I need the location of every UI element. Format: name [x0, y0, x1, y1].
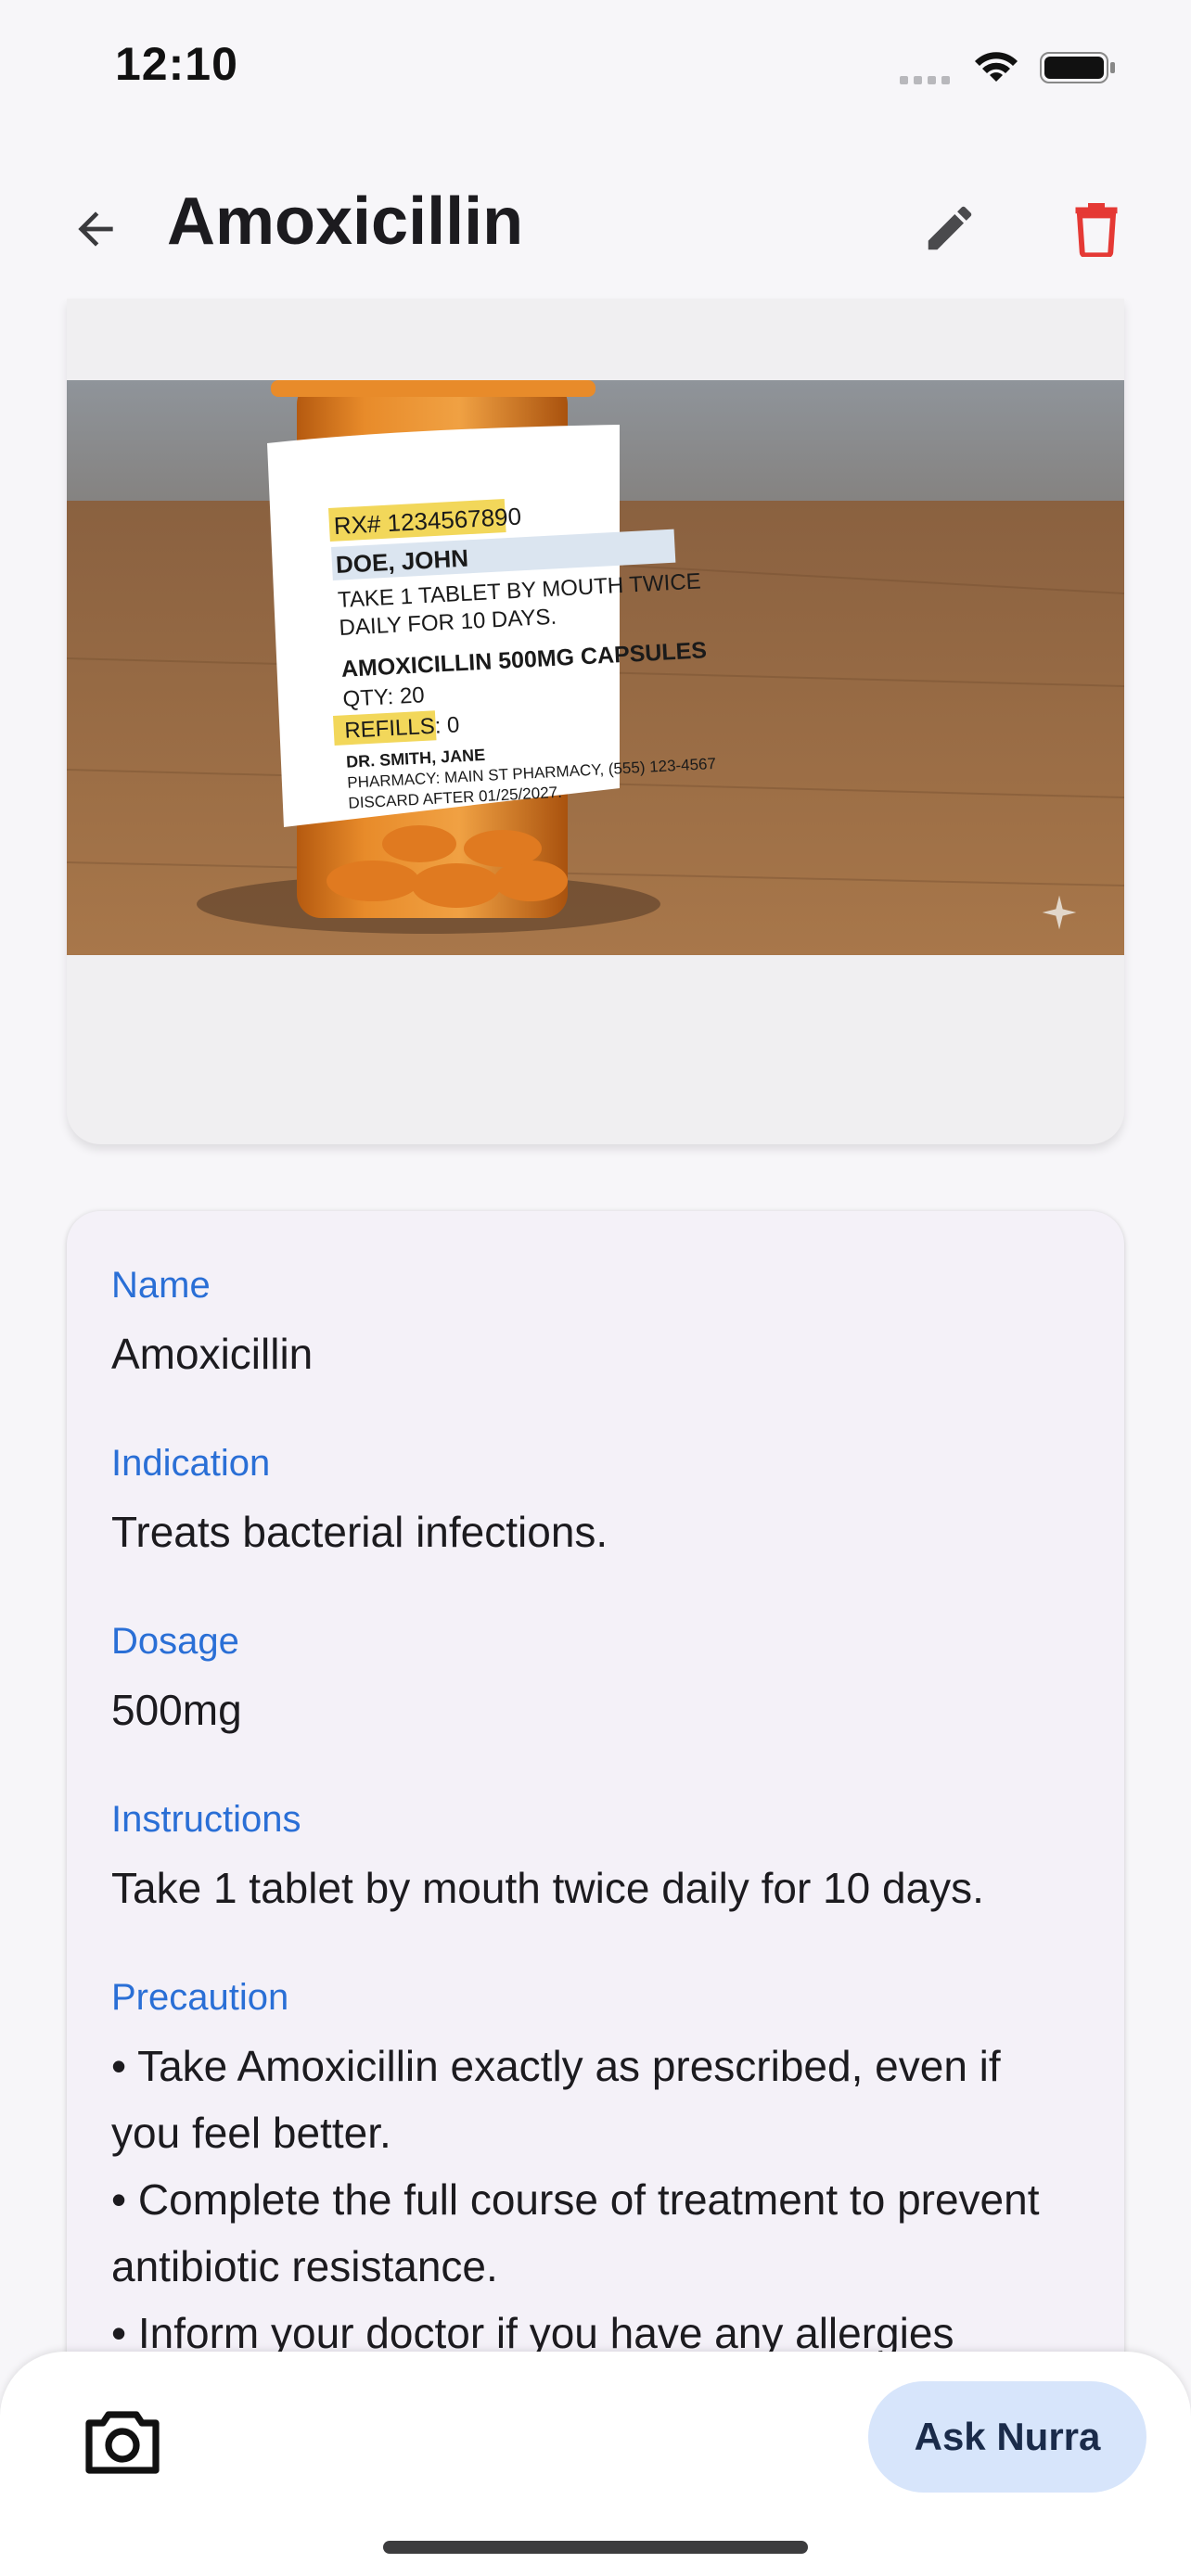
- dosage-value: 500mg: [111, 1686, 242, 1734]
- bottom-bar: Ask Nurra: [0, 2352, 1191, 2576]
- back-button[interactable]: [61, 195, 130, 263]
- name-value: Amoxicillin: [111, 1330, 314, 1378]
- indication-value: Treats bacterial infections.: [111, 1508, 608, 1556]
- precaution-list: Take Amoxicillin exactly as prescribed, …: [111, 2033, 1080, 2366]
- trash-icon: [1075, 203, 1118, 257]
- precaution-item: Complete the full course of treatment to…: [111, 2166, 1080, 2300]
- wifi-icon: [975, 52, 1018, 82]
- prescription-bottle-photo: RX# 1234567890 DOE, JOHN TAKE 1 TABLET B…: [67, 380, 1124, 955]
- label-qty: QTY: 20: [342, 682, 425, 712]
- precaution-item: Take Amoxicillin exactly as prescribed, …: [111, 2033, 1080, 2166]
- ask-nurra-button[interactable]: Ask Nurra: [868, 2381, 1146, 2493]
- app-bar: Amoxicillin: [0, 148, 1191, 297]
- medication-image-card[interactable]: RX# 1234567890 DOE, JOHN TAKE 1 TABLET B…: [67, 299, 1124, 1144]
- status-time: 12:10: [115, 38, 238, 90]
- sparkle-icon: [1042, 895, 1077, 930]
- instructions-value: Take 1 tablet by mouth twice daily for 1…: [111, 1864, 984, 1912]
- indication-label: Indication: [111, 1443, 271, 1484]
- home-indicator: [383, 2541, 808, 2554]
- page-title: Amoxicillin: [167, 185, 524, 259]
- medication-details-card: Name Amoxicillin Indication Treats bacte…: [67, 1211, 1124, 2417]
- camera-icon: [85, 2411, 160, 2474]
- name-label: Name: [111, 1265, 211, 1306]
- pencil-icon: [928, 206, 972, 250]
- camera-button[interactable]: [78, 2398, 167, 2487]
- precaution-label: Precaution: [111, 1977, 289, 2018]
- edit-button[interactable]: [916, 195, 983, 261]
- battery-icon: [1040, 52, 1115, 83]
- cellular-signal-icon: [900, 72, 955, 84]
- status-bar: 12:10: [0, 0, 1191, 139]
- arrow-left-icon: [78, 211, 113, 247]
- delete-button[interactable]: [1063, 193, 1130, 263]
- instructions-label: Instructions: [111, 1799, 301, 1840]
- dosage-label: Dosage: [111, 1621, 239, 1662]
